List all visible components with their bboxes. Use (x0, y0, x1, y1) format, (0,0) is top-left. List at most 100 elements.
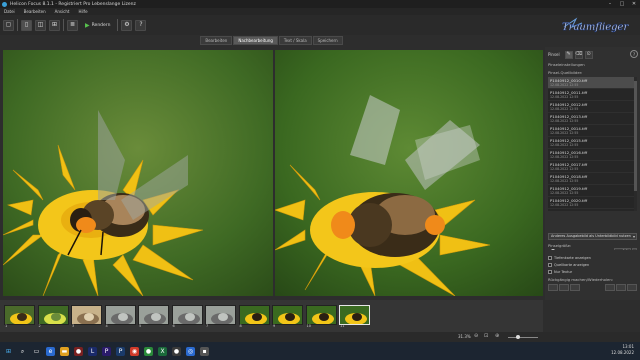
clear-button[interactable] (570, 284, 580, 291)
open-file-icon[interactable]: ▢ (3, 19, 14, 31)
mode-tabs: Bearbeiten Nachbearbeitung Text / Skala … (0, 35, 543, 45)
zoom-level: 31.3% (458, 334, 471, 339)
menu-datei[interactable]: Datei (4, 9, 15, 14)
list-item[interactable]: P1040912_0019.tiff 12.08.2022 12:55 (548, 185, 634, 197)
excel-icon[interactable]: X (158, 346, 167, 356)
list-item[interactable]: P1040912_0011.tiff 12.08.2022 12:55 (548, 89, 634, 101)
app-icon-green[interactable]: ● (144, 346, 153, 356)
thumbnail-item[interactable] (272, 305, 303, 325)
thumbnail-item[interactable] (305, 305, 337, 325)
app-icon[interactable]: ● (74, 346, 83, 356)
thumbnail-image (273, 306, 302, 324)
thumbnail-image (206, 306, 235, 324)
close-button[interactable]: ✕ (628, 0, 640, 8)
list-item[interactable]: P1040912_0018.tiff 12.08.2022 12:55 (548, 173, 634, 185)
tab-speichern[interactable]: Speichern (312, 35, 343, 45)
grid-view-icon[interactable]: ⊞ (49, 19, 60, 31)
split-view-icon[interactable]: ◫ (35, 19, 46, 31)
source-mode-dropdown[interactable]: Anderes Ausgabebild als Unterbildbild nu… (548, 233, 637, 240)
menu-ansicht[interactable]: Ansicht (55, 9, 70, 14)
list-item[interactable]: P1040912_0013.tiff 12.08.2022 12:55 (548, 113, 634, 125)
result-image-viewer[interactable] (275, 50, 543, 296)
list-item[interactable]: P1040912_0012.tiff 12.08.2022 12:55 (548, 101, 634, 113)
thumbnail-index: 1 (5, 324, 8, 328)
menu-bearbeiten[interactable]: Bearbeiten (24, 9, 46, 14)
source-image-list[interactable]: P1040912_0010.tiff 12.08.2022 12:55 P1040… (548, 77, 634, 211)
traumflieger-logo: Traumflieger (562, 17, 630, 33)
show-sourcemap-check[interactable]: Quellkarte anzeigen (548, 262, 589, 268)
thumbnail-image (38, 306, 68, 324)
batch-icon[interactable]: ≣ (67, 19, 78, 31)
thumbnail-item[interactable] (205, 305, 236, 325)
source-image-viewer[interactable] (3, 50, 273, 296)
minimize-button[interactable]: – (604, 0, 616, 8)
list-item[interactable]: P1040912_0010.tiff 12.08.2022 12:55 (548, 77, 634, 89)
app-window: Helicon Focus 8.1.1 - Registriert Pro Le… (0, 0, 640, 360)
lightroom-icon[interactable]: L (88, 346, 97, 356)
chrome-icon[interactable]: ◉ (130, 346, 139, 356)
zoom-fit-icon[interactable]: ⊡ (484, 333, 488, 339)
app-icon-grey[interactable]: ● (172, 346, 181, 356)
reset-button[interactable] (616, 284, 626, 291)
single-view-icon[interactable]: ▯ (21, 19, 32, 31)
clock-date: 12.08.2022 (611, 350, 634, 355)
thumbnail-item[interactable] (71, 305, 102, 325)
thumbnail-item[interactable] (238, 305, 270, 325)
checkbox[interactable] (548, 270, 552, 274)
thumbnail-image (5, 306, 34, 324)
help-icon[interactable]: ? (630, 50, 638, 58)
menu-hilfe[interactable]: Hilfe (78, 9, 87, 14)
toolbar-separator (17, 19, 18, 31)
list-item[interactable]: P1040912_0016.tiff 12.08.2022 12:55 (548, 149, 634, 161)
list-item[interactable]: P1040912_0017.tiff 12.08.2022 12:55 (548, 161, 634, 173)
show-depthmap-check[interactable]: Tiefenkarte anzeigen (548, 255, 591, 261)
toolbar: ▢ ▯ ◫ ⊞ ≣ ▶ Rendern ⚙ ? (0, 15, 640, 35)
thumbnail-item[interactable] (37, 305, 69, 325)
strip-right-area (545, 300, 640, 332)
folder-icon[interactable]: ▬ (60, 346, 69, 356)
helicon-icon[interactable]: ◎ (186, 346, 195, 356)
redo-button[interactable] (559, 284, 569, 291)
zoom-out-icon[interactable]: ⊖ (474, 333, 478, 339)
checkbox[interactable] (548, 263, 552, 267)
clone-icon[interactable]: ⊙ (584, 50, 593, 59)
list-item[interactable]: P1040912_0020.tiff 12.08.2022 12:55 (548, 197, 634, 209)
thumbnail-item[interactable] (171, 305, 203, 325)
thumbnail-item[interactable] (4, 305, 35, 325)
thumbnail-index: 5 (139, 324, 142, 328)
windows-start-icon[interactable]: ⊞ (4, 347, 13, 356)
photoshop-icon[interactable]: P (116, 346, 125, 356)
apply-button[interactable] (605, 284, 615, 291)
brush-icon[interactable]: ✎ (564, 50, 573, 59)
thumbnail-item[interactable] (104, 305, 136, 325)
system-clock[interactable]: 13:01 12.08.2022 (611, 344, 634, 356)
render-button[interactable]: ▶ Rendern (81, 20, 114, 31)
tab-text-skala[interactable]: Text / Skala (278, 35, 312, 45)
texture-only-check[interactable]: Nur Textur (548, 269, 572, 275)
premiere-icon[interactable]: P (102, 346, 111, 356)
thumbnail-index: 11 (340, 324, 345, 328)
help-icon[interactable]: ? (135, 19, 147, 31)
menu-bar: Datei Bearbeiten Ansicht Hilfe (0, 8, 640, 15)
app-icon-dark[interactable]: ▪ (200, 346, 209, 356)
list-item[interactable]: P1040912_0015.tiff 12.08.2022 12:55 (548, 137, 634, 149)
maximize-button[interactable]: □ (616, 0, 628, 8)
task-view-icon[interactable]: ▭ (32, 347, 41, 356)
settings-gear-icon[interactable]: ⚙ (121, 19, 133, 31)
list-scrollbar[interactable] (634, 77, 637, 211)
thumbnail-item[interactable] (339, 305, 370, 325)
checkbox[interactable] (548, 256, 552, 260)
undo-button[interactable] (548, 284, 558, 291)
tab-nachbearbeitung[interactable]: Nachbearbeitung (233, 35, 278, 45)
list-item[interactable]: P1040912_0014.tiff 12.08.2022 12:55 (548, 125, 634, 137)
eraser-icon[interactable]: ⌫ (574, 50, 583, 59)
edge-icon[interactable]: e (46, 346, 55, 356)
thumbnail-item[interactable] (138, 305, 169, 325)
zoom-slider[interactable] (508, 337, 538, 338)
more-button[interactable] (627, 284, 637, 291)
zoom-slider-knob[interactable] (516, 335, 520, 339)
zoom-in-icon[interactable]: ⊕ (495, 333, 499, 339)
search-icon[interactable]: ⌕ (18, 347, 27, 356)
tab-bearbeiten[interactable]: Bearbeiten (200, 35, 233, 45)
thumbnail-image (105, 306, 135, 324)
